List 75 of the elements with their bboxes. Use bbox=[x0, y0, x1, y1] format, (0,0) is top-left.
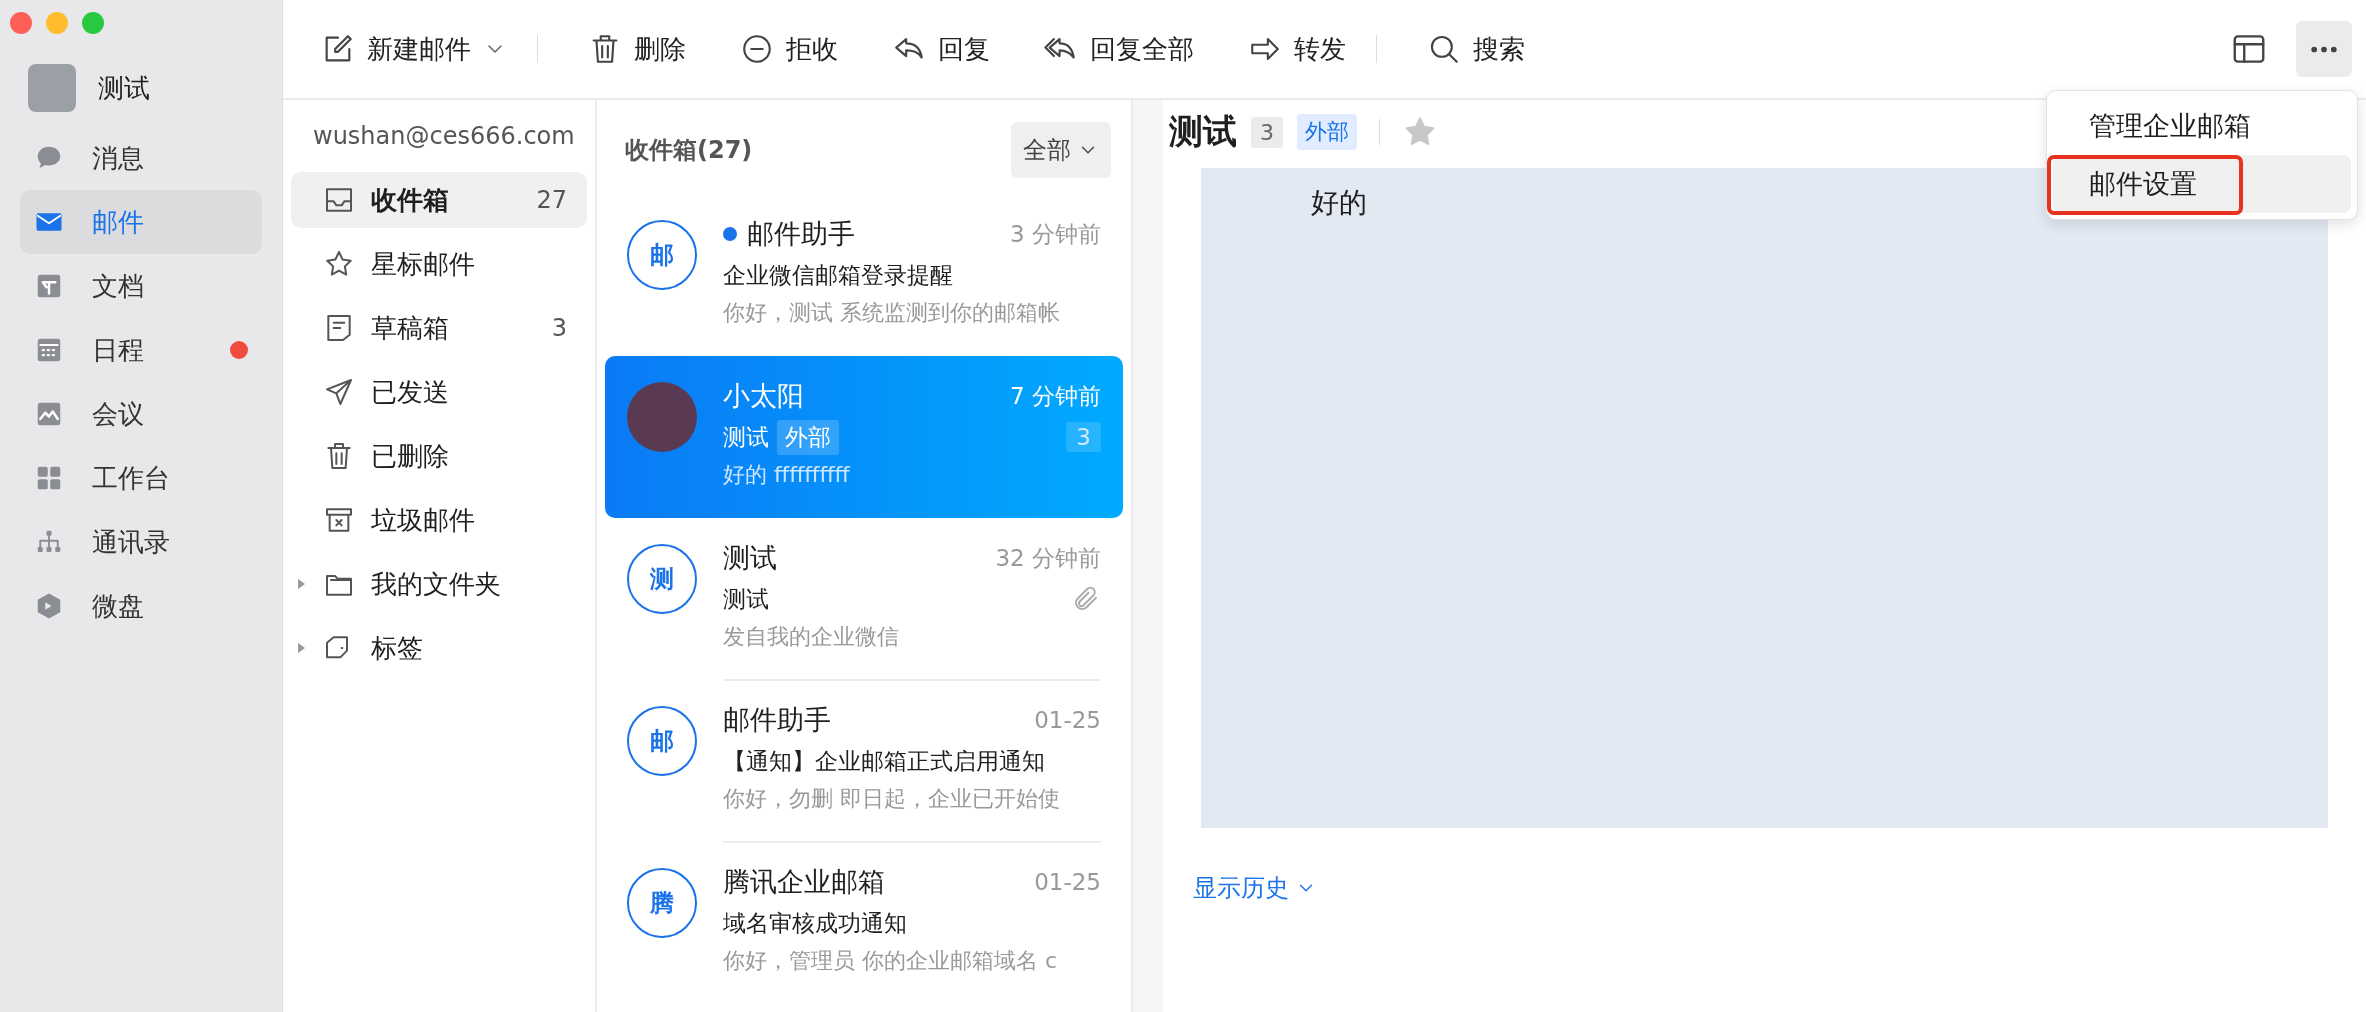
message-time: 32 分钟前 bbox=[995, 543, 1101, 573]
ellipsis-icon bbox=[2309, 45, 2339, 53]
nav-item[interactable]: 日程 bbox=[20, 318, 262, 382]
message-preview: 你好，勿删 即日起，企业已开始使 bbox=[723, 785, 1061, 813]
profile-name: 测试 bbox=[98, 71, 150, 105]
nav-item[interactable]: 通讯录 bbox=[20, 510, 262, 574]
folder-item[interactable]: 标签 bbox=[291, 620, 587, 676]
external-tag: 外部 bbox=[777, 419, 839, 455]
message-preview: 你好，测试 系统监测到你的邮箱帐 bbox=[723, 299, 1061, 327]
message-preview: 好的 ffffffffff bbox=[723, 461, 851, 489]
message-subject: 【通知】企业邮箱正式启用通知 bbox=[723, 746, 1045, 776]
list-title: 收件箱(27) bbox=[625, 135, 753, 166]
message-time: 01-25 bbox=[1034, 869, 1101, 895]
folder-item[interactable]: 收件箱 27 bbox=[291, 172, 587, 228]
message-time: 3 分钟前 bbox=[1010, 219, 1101, 249]
menu-item[interactable]: 管理企业邮箱 bbox=[2053, 97, 2351, 155]
toolbar-button[interactable]: 新建邮件 bbox=[311, 23, 517, 75]
message-preview: 你好，管理员 你的企业邮箱域名 c bbox=[723, 947, 1059, 975]
folder-count: 27 bbox=[536, 186, 567, 214]
folder-item[interactable]: 已删除 bbox=[291, 428, 587, 484]
collapsed-triangle-icon[interactable] bbox=[295, 642, 307, 654]
nav-item[interactable]: 工作台 bbox=[20, 446, 262, 510]
collapsed-triangle-icon[interactable] bbox=[295, 578, 307, 590]
folder-item[interactable]: 垃圾邮件 bbox=[291, 492, 587, 548]
thread-count: 3 bbox=[1066, 422, 1101, 452]
minimize-window-button[interactable] bbox=[46, 12, 68, 34]
message-time: 01-25 bbox=[1034, 707, 1101, 733]
message-subject: 测试 bbox=[723, 584, 769, 614]
message-subject: 域名审核成功通知 bbox=[723, 908, 907, 938]
external-tag: 外部 bbox=[1297, 114, 1357, 150]
message-item[interactable]: 小太阳 7 分钟前 测试 外部 3 好的 ffffffffff bbox=[605, 356, 1123, 518]
avatar: 邮 bbox=[627, 220, 697, 290]
toolbar-button[interactable]: 拒收 bbox=[730, 23, 848, 75]
avatar: 腾 bbox=[627, 868, 697, 938]
toolbar-button[interactable]: 删除 bbox=[578, 23, 696, 75]
toolbar-button[interactable]: 搜索 bbox=[1417, 23, 1535, 75]
email-subject: 测试 bbox=[1169, 110, 1237, 153]
toolbar-button[interactable]: 回复 bbox=[882, 23, 1000, 75]
message-time: 7 分钟前 bbox=[1010, 381, 1101, 411]
avatar: 测 bbox=[627, 544, 697, 614]
email-body-text: 好的 bbox=[1311, 186, 1367, 219]
sender-name: 腾讯企业邮箱 bbox=[723, 865, 886, 899]
folder-count: 3 bbox=[551, 314, 567, 342]
message-subject: 企业微信邮箱登录提醒 bbox=[723, 260, 953, 290]
show-history-link[interactable]: 显示历史 bbox=[1193, 872, 1317, 904]
sender-name: 邮件助手 bbox=[723, 703, 832, 737]
nav-item[interactable]: 消息 bbox=[20, 126, 262, 190]
folder-item[interactable]: 星标邮件 bbox=[291, 236, 587, 292]
sender-name: 邮件助手 bbox=[747, 217, 856, 251]
thread-count: 3 bbox=[1251, 116, 1283, 148]
message-item[interactable]: 测 测试 32 分钟前 测试 发自我的企业微信 bbox=[605, 518, 1123, 680]
folder-item[interactable]: 已发送 bbox=[291, 364, 587, 420]
message-preview: 发自我的企业微信 bbox=[723, 623, 900, 651]
toolbar-button[interactable]: 回复全部 bbox=[1034, 23, 1204, 75]
message-item[interactable]: 邮 邮件助手 01-25 【通知】企业邮箱正式启用通知 你好，勿删 即日起，企业已开始使 bbox=[605, 680, 1123, 842]
message-subject: 测试 bbox=[723, 422, 769, 452]
nav-item[interactable]: 会议 bbox=[20, 382, 262, 446]
profile-photo-placeholder[interactable] bbox=[28, 64, 76, 112]
sender-name: 测试 bbox=[723, 541, 778, 575]
minus-circle-icon bbox=[740, 32, 774, 66]
account-email: wushan@ces666.com bbox=[312, 121, 576, 152]
close-window-button[interactable] bbox=[10, 12, 32, 34]
nav-item[interactable]: 文档 bbox=[20, 254, 262, 318]
toolbar-button[interactable]: 转发 bbox=[1238, 23, 1356, 75]
nav-item[interactable]: 微盘 bbox=[20, 574, 262, 638]
avatar: 邮 bbox=[627, 706, 697, 776]
folder-item[interactable]: 我的文件夹 bbox=[291, 556, 587, 612]
message-item[interactable]: 腾 腾讯企业邮箱 01-25 域名审核成功通知 你好，管理员 你的企业邮箱域名 c bbox=[605, 842, 1123, 1004]
paper-plane-icon bbox=[323, 376, 355, 408]
folder-item[interactable]: 草稿箱 3 bbox=[291, 300, 587, 356]
zoom-window-button[interactable] bbox=[82, 12, 104, 34]
more-button[interactable] bbox=[2296, 21, 2352, 77]
sender-name: 小太阳 bbox=[723, 379, 805, 413]
filter-dropdown[interactable]: 全部 bbox=[1011, 122, 1111, 178]
message-item[interactable]: 邮 邮件助手 3 分钟前 企业微信邮箱登录提醒 你好，测试 系统监测到你的邮箱帐 bbox=[605, 194, 1123, 356]
